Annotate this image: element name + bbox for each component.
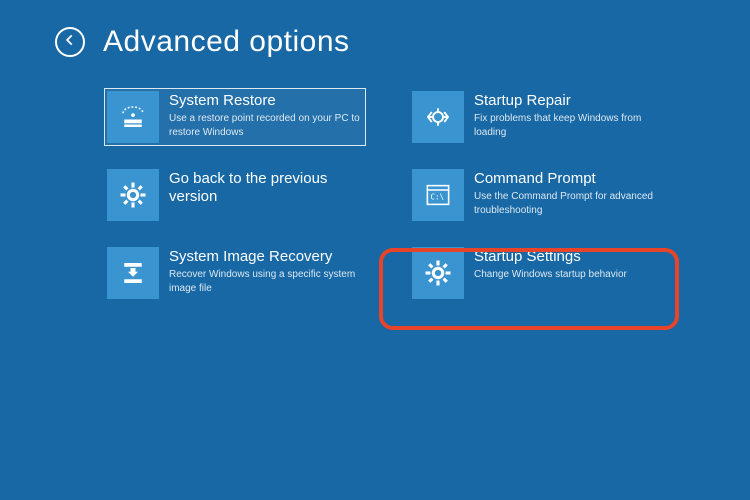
- command-prompt-icon: C:\: [412, 169, 464, 221]
- tile-go-back[interactable]: Go back to the previous version: [105, 167, 365, 223]
- tile-command-prompt[interactable]: C:\ Command Prompt Use the Command Promp…: [410, 167, 670, 223]
- system-restore-icon: [107, 91, 159, 143]
- tile-title: Go back to the previous version: [169, 170, 363, 206]
- tile-title: System Restore: [169, 92, 363, 110]
- startup-repair-icon: [412, 91, 464, 143]
- tile-title: System Image Recovery: [169, 248, 363, 266]
- tile-title: Startup Repair: [474, 92, 668, 110]
- tile-startup-settings[interactable]: Startup Settings Change Windows startup …: [410, 245, 670, 301]
- tile-desc: Change Windows startup behavior: [474, 268, 668, 282]
- tile-startup-repair[interactable]: Startup Repair Fix problems that keep Wi…: [410, 89, 670, 145]
- svg-text:C:\: C:\: [431, 192, 445, 201]
- back-arrow-icon: [63, 33, 77, 52]
- tile-desc: Recover Windows using a specific system …: [169, 268, 363, 295]
- tile-desc: Use a restore point recorded on your PC …: [169, 112, 363, 139]
- tile-desc: Use the Command Prompt for advanced trou…: [474, 190, 668, 217]
- tile-title: Startup Settings: [474, 248, 668, 266]
- back-button[interactable]: [55, 27, 85, 57]
- system-image-recovery-icon: [107, 247, 159, 299]
- gear-icon: [412, 247, 464, 299]
- tile-system-restore[interactable]: System Restore Use a restore point recor…: [105, 89, 365, 145]
- tile-title: Command Prompt: [474, 170, 668, 188]
- options-grid: System Restore Use a restore point recor…: [0, 89, 750, 301]
- tile-desc: Fix problems that keep Windows from load…: [474, 112, 668, 139]
- gear-icon: [107, 169, 159, 221]
- page-title: Advanced options: [103, 25, 350, 59]
- tile-system-image-recovery[interactable]: System Image Recovery Recover Windows us…: [105, 245, 365, 301]
